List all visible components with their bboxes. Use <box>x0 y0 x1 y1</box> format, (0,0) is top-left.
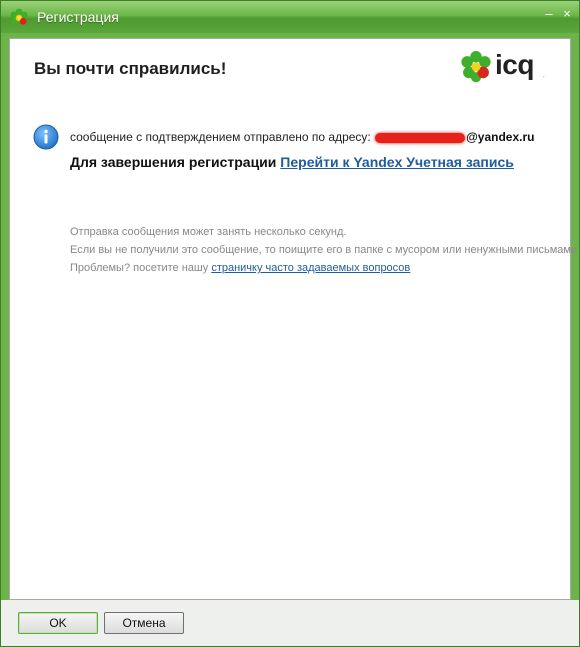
dialog-content: Вы почти справились! icq . сообщение с п… <box>9 38 577 600</box>
registration-window: Регистрация – × Вы почти справились! icq… <box>0 0 580 647</box>
confirmation-prefix: сообщение с подтверждением отправлено по… <box>70 130 371 144</box>
faq-link[interactable]: страничку часто задаваемых вопросов <box>211 262 410 274</box>
completion-prefix: Для завершения регистрации <box>70 154 277 170</box>
note-delay: Отправка сообщения может занять нескольк… <box>70 226 347 238</box>
info-icon <box>33 124 59 150</box>
confirmation-text: сообщение с подтверждением отправлено по… <box>70 130 534 144</box>
page-title: Вы почти справились! <box>34 59 227 78</box>
completion-text: Для завершения регистрации Перейти к Yan… <box>70 154 514 170</box>
note-problems-prefix: Проблемы? посетите нашу <box>70 262 209 274</box>
redacted-email <box>375 132 466 143</box>
note-spam: Если вы не получили это сообщение, то по… <box>70 244 578 256</box>
brand-wordmark: icq <box>495 49 534 80</box>
icq-flower-icon <box>461 51 491 83</box>
cancel-button[interactable]: Отмена <box>104 612 184 634</box>
button-bar: OK Отмена <box>1 600 579 646</box>
icq-logo: icq . <box>459 49 551 85</box>
close-button[interactable]: × <box>559 7 575 23</box>
window-title: Регистрация <box>37 9 119 25</box>
icq-flower-icon <box>10 8 28 25</box>
yandex-account-link[interactable]: Перейти к Yandex Учетная запись <box>280 154 514 170</box>
ok-button[interactable]: OK <box>18 612 98 634</box>
minimize-button[interactable]: – <box>541 7 557 23</box>
brand-dot: . <box>543 73 545 79</box>
note-problems: Проблемы? посетите нашу страничку часто … <box>70 259 577 277</box>
title-bar[interactable]: Регистрация – × <box>1 1 579 33</box>
help-notes: Отправка сообщения может занять нескольк… <box>70 223 577 277</box>
email-domain: @yandex.ru <box>466 130 535 144</box>
